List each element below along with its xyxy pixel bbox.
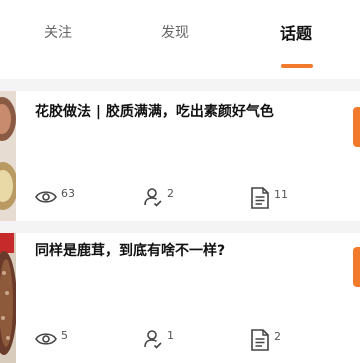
person-icon bbox=[144, 188, 162, 207]
participants-count: 1 bbox=[167, 328, 174, 342]
topic-title[interactable]: 花胶做法 | 胶质满满，吃出素颜好气色 bbox=[35, 101, 274, 121]
participants-count: 2 bbox=[167, 186, 174, 200]
eye-icon bbox=[35, 333, 57, 345]
section-divider bbox=[0, 221, 360, 233]
document-icon bbox=[251, 329, 269, 351]
topic-card[interactable]: 同样是鹿茸，到底有啥不一样? 5 1 2 bbox=[0, 233, 360, 363]
views-count: 5 bbox=[61, 328, 68, 342]
join-topic-button[interactable] bbox=[353, 107, 360, 147]
section-divider bbox=[0, 79, 360, 91]
active-tab-indicator bbox=[281, 64, 313, 68]
posts-stat: 2 bbox=[250, 329, 281, 351]
tab-bar: 关注 发现 话题 bbox=[0, 0, 360, 68]
eye-icon bbox=[35, 191, 57, 203]
document-icon bbox=[251, 187, 269, 209]
topic-title[interactable]: 同样是鹿茸，到底有啥不一样? bbox=[35, 240, 225, 260]
topic-card[interactable]: 花胶做法 | 胶质满满，吃出素颜好气色 63 2 11 bbox=[0, 91, 360, 221]
participants-stat: 1 bbox=[143, 329, 174, 349]
topic-thumbnail bbox=[0, 233, 16, 363]
tab-discover[interactable]: 发现 bbox=[161, 22, 189, 42]
views-count: 63 bbox=[61, 186, 75, 200]
topic-thumbnail bbox=[0, 91, 16, 221]
views-stat: 63 bbox=[35, 186, 75, 205]
tab-follow[interactable]: 关注 bbox=[44, 22, 72, 42]
posts-count: 2 bbox=[274, 329, 281, 343]
posts-stat: 11 bbox=[250, 187, 288, 209]
views-stat: 5 bbox=[35, 328, 68, 347]
person-icon bbox=[144, 330, 162, 349]
tab-topics[interactable]: 话题 bbox=[280, 20, 312, 44]
join-topic-button[interactable] bbox=[353, 247, 360, 287]
participants-stat: 2 bbox=[143, 187, 174, 207]
posts-count: 11 bbox=[274, 187, 288, 201]
